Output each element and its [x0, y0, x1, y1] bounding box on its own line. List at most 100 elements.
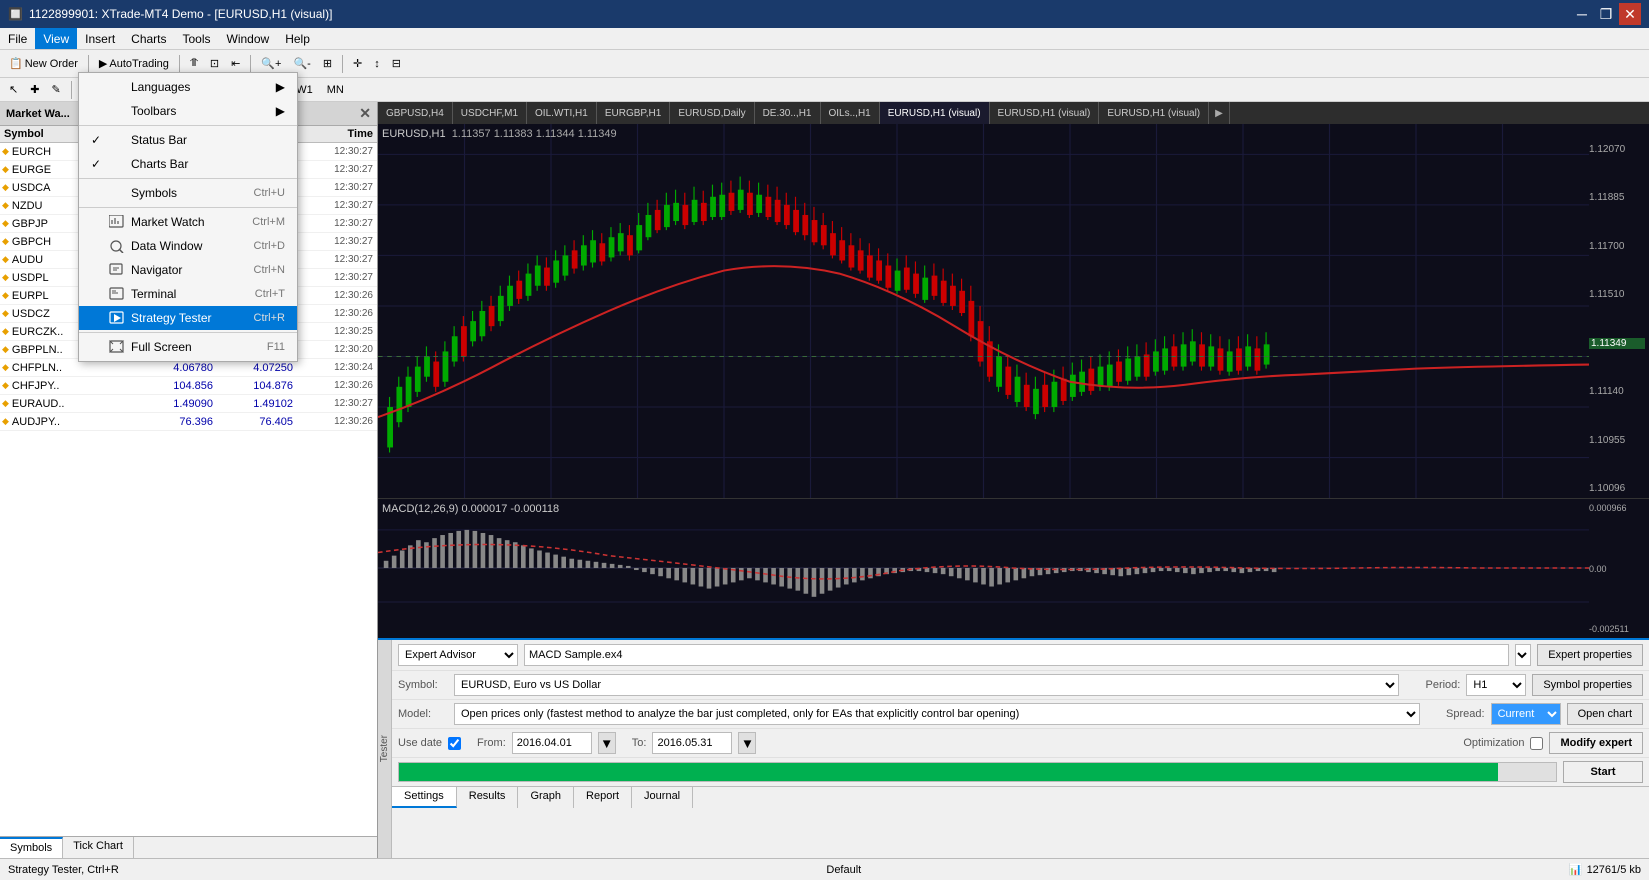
spread-select[interactable]: Current — [1491, 703, 1561, 725]
chart-wrapper: EURUSD,H1 1.11357 1.11383 1.11344 1.1134… — [378, 124, 1649, 858]
toolbar-line[interactable]: ↕ — [369, 53, 385, 75]
period-select[interactable]: H1 — [1466, 674, 1526, 696]
menu-fullscreen[interactable]: Full Screen F11 — [79, 335, 297, 359]
expert-file-input[interactable] — [524, 644, 1509, 666]
tester-tab-graph[interactable]: Graph — [518, 787, 574, 808]
ask-price: 4.07250 — [217, 362, 297, 374]
chart-tab-eurusd-h1-3[interactable]: EURUSD,H1 (visual) — [1099, 102, 1209, 124]
menu-languages[interactable]: Languages ▶ — [79, 75, 297, 99]
chart-tab-gbpusd[interactable]: GBPUSD,H4 — [378, 102, 453, 124]
menu-toolbars[interactable]: Toolbars ▶ — [79, 99, 297, 123]
tester-tab-results[interactable]: Results — [457, 787, 519, 808]
symbol-name: EURPL — [12, 290, 49, 302]
to-date-picker[interactable]: ▼ — [738, 732, 756, 754]
menu-item-window[interactable]: Window — [219, 28, 278, 49]
chart-tab-scroll-right[interactable]: ▶ — [1209, 102, 1230, 124]
time-value: 12:30:27 — [297, 146, 377, 157]
menu-navigator[interactable]: Navigator Ctrl+N — [79, 258, 297, 282]
tester-tab-report[interactable]: Report — [574, 787, 632, 808]
toolbar-crosshair[interactable]: ✚ — [25, 79, 44, 101]
title-bar: 🔲 1122899901: XTrade-MT4 Demo - [EURUSD,… — [0, 0, 1649, 28]
restore-button[interactable]: ❐ — [1595, 3, 1617, 25]
chart-tab-eurusd-h1-2[interactable]: EURUSD,H1 (visual) — [990, 102, 1100, 124]
expert-type-select[interactable]: Expert Advisor — [398, 644, 518, 666]
mw-tab-tickchart[interactable]: Tick Chart — [63, 837, 134, 858]
time-value: 12:30:26 — [297, 380, 377, 391]
tester-tab-journal[interactable]: Journal — [632, 787, 693, 808]
symbols-icon — [107, 185, 127, 201]
chart-info: EURUSD,H1 1.11357 1.11383 1.11344 1.1134… — [382, 128, 617, 140]
macd-title: MACD(12,26,9) 0.000017 -0.000118 — [382, 503, 559, 515]
status-middle: Default — [127, 864, 1561, 876]
time-value: 12:30:27 — [297, 164, 377, 175]
symbol-diamond: ◆ — [2, 164, 9, 175]
toolbar-cross[interactable]: ✛ — [348, 53, 367, 75]
model-select[interactable]: Open prices only (fastest method to anal… — [454, 703, 1420, 725]
open-chart-button[interactable]: Open chart — [1567, 703, 1643, 725]
menu-item-tools[interactable]: Tools — [175, 28, 219, 49]
chart-tab-oils[interactable]: OILs..,H1 — [821, 102, 880, 124]
minimize-button[interactable]: ─ — [1571, 3, 1593, 25]
tester-tab-settings[interactable]: Settings — [392, 787, 457, 808]
toolbar-draw[interactable]: ✎ — [46, 79, 65, 101]
table-row[interactable]: ◆ AUDJPY.. 76.396 76.405 12:30:26 — [0, 413, 377, 431]
symbol-diamond: ◆ — [2, 416, 9, 427]
symbol-name: CHFJPY.. — [12, 380, 59, 392]
menu-item-insert[interactable]: Insert — [77, 28, 123, 49]
symbol-diamond: ◆ — [2, 344, 9, 355]
market-watch-close[interactable]: ✕ — [359, 105, 371, 122]
mw-tab-symbols[interactable]: Symbols — [0, 837, 63, 858]
menu-item-view[interactable]: View — [35, 28, 77, 49]
from-label-text: From: — [477, 737, 506, 749]
close-button[interactable]: ✕ — [1619, 3, 1641, 25]
menu-terminal[interactable]: Terminal Ctrl+T — [79, 282, 297, 306]
symbol-name: GBPPLN.. — [12, 344, 63, 356]
tf-mn[interactable]: MN — [321, 80, 350, 100]
menu-chartsbar[interactable]: ✓ Charts Bar — [79, 152, 297, 176]
progress-container — [398, 762, 1557, 782]
optimization-checkbox[interactable] — [1530, 737, 1543, 750]
time-value: 12:30:25 — [297, 326, 377, 337]
table-row[interactable]: ◆ CHFJPY.. 104.856 104.876 12:30:26 — [0, 377, 377, 395]
chart-tab-oilwti[interactable]: OIL.WTI,H1 — [527, 102, 597, 124]
sep-1 — [79, 125, 297, 126]
toolbar-fit[interactable]: ⊞ — [318, 53, 337, 75]
symbol-properties-button[interactable]: Symbol properties — [1532, 674, 1643, 696]
from-date-picker[interactable]: ▼ — [598, 732, 616, 754]
toolbar-period-sep[interactable]: ⊟ — [387, 53, 406, 75]
to-date-input[interactable] — [652, 732, 732, 754]
use-date-checkbox[interactable] — [448, 737, 461, 750]
expert-properties-button[interactable]: Expert properties — [1537, 644, 1643, 666]
symbol-select[interactable]: EURUSD, Euro vs US Dollar — [454, 674, 1399, 696]
symbol-name: USDCZ — [12, 308, 50, 320]
menu-item-charts[interactable]: Charts — [123, 28, 174, 49]
menu-statusbar[interactable]: ✓ Status Bar — [79, 128, 297, 152]
toolbar-cursor[interactable]: ↖ — [4, 79, 23, 101]
modify-expert-button[interactable]: Modify expert — [1549, 732, 1643, 754]
time-value: 12:30:27 — [297, 182, 377, 193]
toolbar-new-order[interactable]: 📋 New Order — [4, 53, 83, 75]
from-date-input[interactable] — [512, 732, 592, 754]
right-panel: GBPUSD,H4 USDCHF,M1 OIL.WTI,H1 EURGBP,H1… — [378, 102, 1649, 858]
marketwatch-label: Market Watch — [131, 215, 205, 229]
chart-tab-eurgbp[interactable]: EURGBP,H1 — [597, 102, 671, 124]
toolbars-icon — [107, 103, 127, 119]
tester-row-dates: Use date From: ▼ To: ▼ Optimization Modi… — [392, 729, 1649, 758]
start-button[interactable]: Start — [1563, 761, 1643, 783]
expert-file-dropdown[interactable] — [1515, 644, 1531, 666]
time-value: 12:30:26 — [297, 290, 377, 301]
menu-item-file[interactable]: File — [0, 28, 35, 49]
menu-strategytester[interactable]: Strategy Tester Ctrl+R — [79, 306, 297, 330]
time-value: 12:30:27 — [297, 398, 377, 409]
symbol-diamond: ◆ — [2, 308, 9, 319]
tester-row-expert: Expert Advisor Expert properties — [392, 640, 1649, 671]
chart-tab-usdchf[interactable]: USDCHF,M1 — [453, 102, 527, 124]
chart-tab-eurusd-daily[interactable]: EURUSD,Daily — [670, 102, 754, 124]
chart-tab-eurusd-h1-1[interactable]: EURUSD,H1 (visual) — [880, 102, 990, 124]
menu-datawindow[interactable]: Data Window Ctrl+D — [79, 234, 297, 258]
chart-tab-de30[interactable]: DE.30..,H1 — [755, 102, 821, 124]
table-row[interactable]: ◆ EURAUD.. 1.49090 1.49102 12:30:27 — [0, 395, 377, 413]
menu-symbols[interactable]: Symbols Ctrl+U — [79, 181, 297, 205]
menu-item-help[interactable]: Help — [277, 28, 318, 49]
menu-marketwatch[interactable]: Market Watch Ctrl+M — [79, 210, 297, 234]
